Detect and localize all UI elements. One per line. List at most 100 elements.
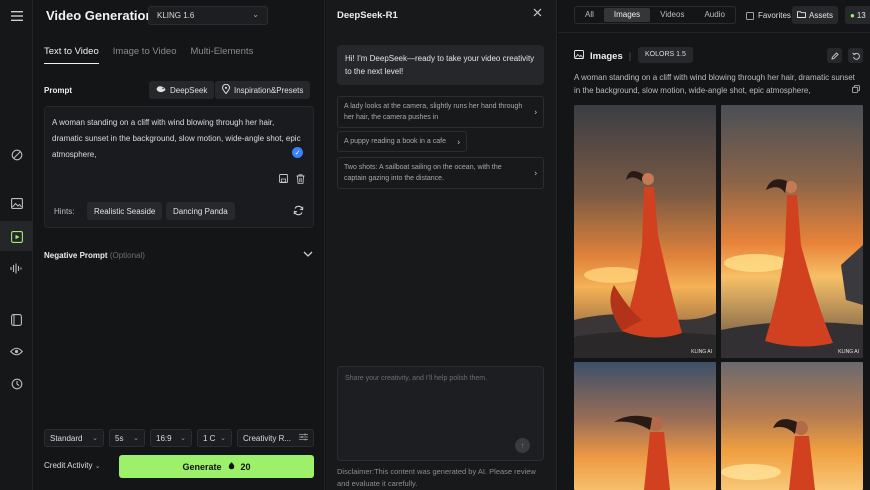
generated-image-thumbnail[interactable]: KLING AI [574, 105, 716, 358]
trash-icon[interactable] [295, 173, 306, 184]
mode-tabs: Text to Video Image to Video Multi-Eleme… [44, 46, 253, 64]
prompt-text[interactable]: A woman standing on a cliff with wind bl… [52, 115, 302, 163]
chevron-right-icon: › [534, 168, 537, 178]
assets-button[interactable]: Assets [792, 6, 839, 24]
suggestion-item[interactable]: A puppy reading a book in a cafe › [337, 131, 467, 152]
watermark: KLING AI [691, 349, 712, 355]
credit-activity-link[interactable]: Credit Activity ⌄ [44, 461, 101, 470]
suggestion-item[interactable]: A lady looks at the camera, slightly run… [337, 96, 544, 128]
ratio-select-value: 16:9 [156, 433, 172, 443]
chevron-down-icon[interactable] [303, 249, 313, 260]
deepseek-button-label: DeepSeek [170, 85, 208, 95]
menu-icon[interactable] [8, 7, 25, 24]
generate-cost: 20 [240, 461, 251, 472]
credits-balance[interactable]: ● 13 [845, 6, 870, 24]
prompt-textarea[interactable]: A woman standing on a cliff with wind bl… [44, 106, 314, 228]
creativity-settings[interactable]: Creativity R... [237, 429, 314, 447]
refresh-icon[interactable] [293, 205, 304, 219]
generated-image-thumbnail[interactable] [721, 362, 863, 490]
credits-value: 13 [856, 10, 866, 20]
audio-icon[interactable] [8, 260, 25, 277]
suggestion-text: A puppy reading a book in a cafe [344, 138, 446, 145]
reuse-icon[interactable] [848, 48, 863, 63]
send-button[interactable]: ↑ [515, 438, 530, 453]
generated-image-thumbnail[interactable] [574, 362, 716, 490]
checkmark-icon: ✓ [292, 147, 303, 158]
images-section-header: Images | [574, 50, 631, 62]
mode-select[interactable]: Standard ⌄ [44, 429, 104, 447]
negative-prompt-toggle[interactable]: Negative Prompt (Optional) [44, 251, 145, 260]
duration-select[interactable]: 5s ⌄ [109, 429, 145, 447]
count-select[interactable]: 1 C ⌄ [197, 429, 232, 447]
deepseek-chat-panel: DeepSeek-R1 Hi! I'm DeepSeek—ready to ta… [326, 0, 557, 490]
chat-greeting: Hi! I'm DeepSeek—ready to take your vide… [337, 45, 544, 85]
mode-select-value: Standard [50, 433, 83, 443]
chevron-down-icon: ⌄ [133, 435, 139, 442]
divider [558, 32, 870, 33]
tab-image-to-video[interactable]: Image to Video [113, 46, 177, 64]
hints-label: Hints: [54, 207, 75, 216]
left-rail [0, 0, 33, 490]
filter-audio[interactable]: Audio [694, 8, 734, 22]
assets-label: Assets [809, 10, 834, 20]
credit-activity-label: Credit Activity [44, 461, 93, 470]
inspiration-presets-label: Inspiration&Presets [234, 85, 304, 95]
deepseek-button[interactable]: DeepSeek [149, 81, 215, 99]
model-select-value: KLING 1.6 [157, 11, 195, 20]
images-section-title: Images [590, 50, 623, 62]
image-generation-icon[interactable] [8, 195, 25, 212]
chevron-down-icon: ⌄ [180, 435, 186, 442]
close-icon[interactable] [533, 8, 542, 20]
generated-image-thumbnail[interactable]: KLING AI [721, 105, 863, 358]
assets-gallery-panel: All Images Videos Audio Favorites Assets… [558, 0, 870, 490]
history-icon[interactable] [8, 375, 25, 392]
chevron-right-icon: › [534, 107, 537, 117]
ratio-select[interactable]: 16:9 ⌄ [150, 429, 192, 447]
inspiration-presets-button[interactable]: Inspiration&Presets [215, 81, 311, 99]
tab-text-to-video[interactable]: Text to Video [44, 46, 99, 64]
eye-icon[interactable] [8, 343, 25, 360]
model-badge: KOLORS 1.5 [638, 47, 693, 63]
filter-videos[interactable]: Videos [650, 8, 694, 22]
filter-images[interactable]: Images [603, 8, 651, 22]
tab-multi-elements[interactable]: Multi-Elements [191, 46, 254, 64]
media-filter-tabs: All Images Videos Audio [574, 6, 736, 24]
chat-input-placeholder: Share your creativity, and I'll help pol… [345, 375, 488, 382]
chevron-down-icon: ⌄ [92, 435, 98, 442]
generate-button-label: Generate [182, 461, 222, 472]
model-select[interactable]: KLING 1.6 ⌄ [148, 6, 268, 25]
filter-all[interactable]: All [575, 8, 604, 22]
checkbox-icon [746, 11, 754, 20]
edit-icon[interactable] [827, 48, 842, 63]
image-icon [574, 50, 584, 62]
creativity-settings-value: Creativity R... [243, 433, 292, 443]
prompt-label: Prompt [44, 86, 72, 95]
generate-button[interactable]: Generate 20 [119, 455, 314, 478]
suggestion-text: A lady looks at the camera, slightly run… [344, 103, 523, 121]
no-effect-icon[interactable] [8, 146, 25, 163]
page-title: Video Generation [46, 8, 154, 23]
suggestion-text: Two shots: A sailboat sailing on the oce… [344, 164, 502, 182]
library-icon[interactable] [8, 311, 25, 328]
arrow-up-icon: ↑ [520, 441, 525, 450]
video-generation-icon[interactable] [8, 228, 25, 245]
favorites-checkbox[interactable]: Favorites [746, 11, 791, 20]
credit-leaf-icon [228, 461, 235, 472]
chat-input[interactable]: Share your creativity, and I'll help pol… [337, 366, 544, 461]
generation-panel: Video Generation KLING 1.6 ⌄ Text to Vid… [33, 0, 325, 490]
copy-icon[interactable] [852, 85, 860, 95]
suggestion-item[interactable]: Two shots: A sailboat sailing on the oce… [337, 157, 544, 189]
credit-leaf-icon: ● [850, 10, 855, 20]
save-icon[interactable] [278, 173, 289, 184]
ai-disclaimer: Disclaimer:This content was generated by… [337, 467, 536, 488]
sliders-icon [299, 433, 308, 443]
count-select-value: 1 C [203, 433, 216, 443]
chevron-right-icon: › [457, 137, 460, 146]
image-prompt-description: A woman standing on a cliff with wind bl… [574, 73, 855, 95]
hint-dancing-panda[interactable]: Dancing Panda [166, 202, 235, 220]
optional-tag: (Optional) [109, 251, 145, 260]
chat-title: DeepSeek-R1 [337, 10, 398, 21]
hint-realistic-seaside[interactable]: Realistic Seaside [87, 202, 163, 220]
chevron-down-icon: ⌄ [252, 10, 259, 19]
negative-prompt-label: Negative Prompt [44, 251, 108, 260]
